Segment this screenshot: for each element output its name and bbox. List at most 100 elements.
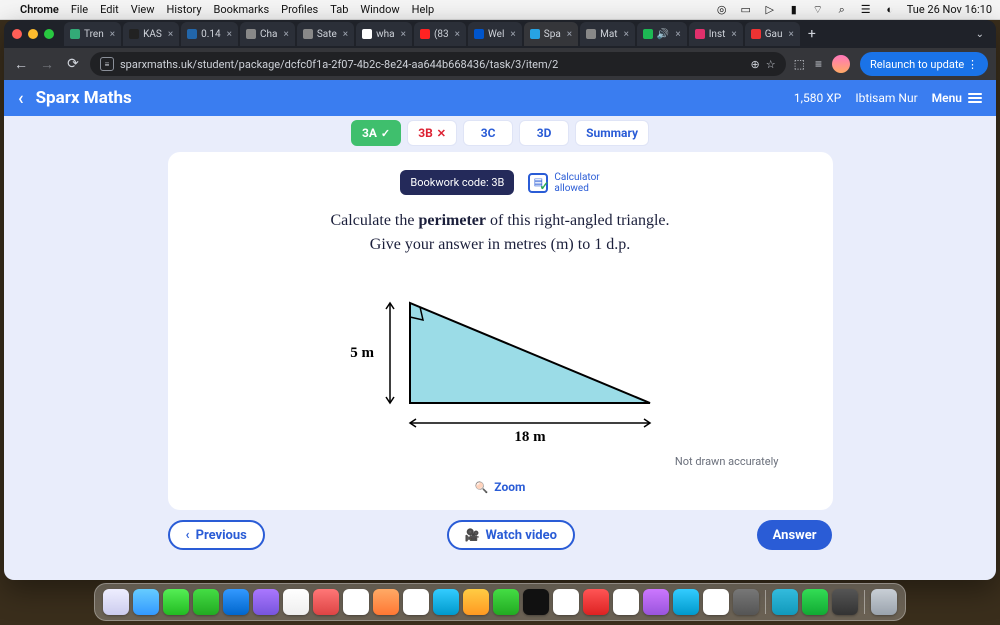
question-card: Bookwork code: 3B ▤ Calculator allowed C… [168,152,833,510]
close-tab-icon[interactable]: × [455,29,460,40]
menu-window[interactable]: Window [360,3,399,16]
menu-tab[interactable]: Tab [330,3,348,16]
close-tab-icon[interactable]: × [789,29,794,40]
close-tab-icon[interactable]: × [283,29,288,40]
browser-tab[interactable]: Wel× [468,22,522,46]
app-name[interactable]: Chrome [20,3,59,16]
close-tab-icon[interactable]: × [168,29,173,40]
dock-app-icon[interactable] [832,589,858,615]
browser-tab[interactable]: 🔊× [637,22,687,46]
close-window-icon[interactable] [12,29,22,39]
menubar-clock[interactable]: Tue 26 Nov 16:10 [907,3,992,16]
wifi-icon[interactable]: ⌔ [811,3,825,17]
zoom-window-icon[interactable] [44,29,54,39]
play-icon[interactable]: ▷ [763,3,777,17]
close-tab-icon[interactable]: × [624,29,629,40]
browser-tab-active[interactable]: Spa× [524,22,578,46]
site-info-icon[interactable]: ≡ [100,57,114,71]
back-button[interactable]: ‹ [18,88,24,109]
dock-music-icon[interactable] [583,589,609,615]
browser-tab[interactable]: wha× [356,22,412,46]
watch-video-button[interactable]: Watch video [447,520,575,550]
task-tab-summary[interactable]: Summary [575,120,649,146]
dock-tv-icon[interactable] [523,589,549,615]
dock-news-icon[interactable] [553,589,579,615]
menu-help[interactable]: Help [412,3,435,16]
dock-app-icon[interactable] [163,589,189,615]
dock-app-icon[interactable] [703,589,729,615]
extensions-icon[interactable]: ⬚ [794,57,805,71]
close-tab-icon[interactable]: × [343,29,348,40]
battery-icon[interactable]: ▮ [787,3,801,17]
browser-tab[interactable]: (83× [414,22,466,46]
profile-avatar-icon[interactable] [832,55,850,73]
menu-view[interactable]: View [131,3,155,16]
new-tab-button[interactable]: + [802,26,822,42]
dock-calendar-icon[interactable] [343,589,369,615]
dock-app-icon[interactable] [253,589,279,615]
display-icon[interactable]: ▭ [739,3,753,17]
menu-file[interactable]: File [71,3,88,16]
task-tab-3b[interactable]: 3B [407,120,457,146]
dock-app-icon[interactable] [772,589,798,615]
relaunch-button[interactable]: Relaunch to update ⋮ [860,52,988,76]
browser-tab[interactable]: Mat× [580,22,635,46]
nav-back-button[interactable]: ← [12,55,30,73]
browser-tab[interactable]: Sate× [297,22,354,46]
close-tab-icon[interactable]: × [567,29,572,40]
close-tab-icon[interactable]: × [731,29,736,40]
dock-chrome-icon[interactable] [403,589,429,615]
dock-settings-icon[interactable] [733,589,759,615]
close-tab-icon[interactable]: × [401,29,406,40]
browser-tab[interactable]: Tren× [64,22,121,46]
nav-forward-button[interactable]: → [38,55,56,73]
task-tab-3c[interactable]: 3C [463,120,513,146]
dock-messages-icon[interactable] [193,589,219,615]
zoom-button[interactable]: Zoom [192,480,809,494]
menu-history[interactable]: History [167,3,202,16]
browser-tab[interactable]: 0.14× [181,22,238,46]
browser-tab[interactable]: Gau× [745,22,800,46]
dock-finder-icon[interactable] [103,589,129,615]
dock-facetime-icon[interactable] [493,589,519,615]
reading-list-icon[interactable]: ≡ [815,57,822,71]
dock-app-icon[interactable] [463,589,489,615]
previous-button[interactable]: ‹Previous [168,520,265,550]
search-icon[interactable]: ⌕ [835,3,849,17]
dock-app-icon[interactable] [313,589,339,615]
dock-whatsapp-icon[interactable] [802,589,828,615]
control-center-icon[interactable]: ☰ [859,3,873,17]
menu-bookmarks[interactable]: Bookmarks [214,3,270,16]
close-tab-icon[interactable]: × [110,29,115,40]
address-bar[interactable]: ≡ sparxmaths.uk/student/package/dcfc0f1a… [90,52,786,76]
task-tab-3d[interactable]: 3D [519,120,569,146]
tab-overflow-button[interactable]: ⌄ [972,29,988,40]
browser-tab[interactable]: KAS× [123,22,179,46]
dock-podcasts-icon[interactable] [643,589,669,615]
dock-trash-icon[interactable] [871,589,897,615]
bookmark-icon[interactable]: ☆ [766,58,776,71]
close-tab-icon[interactable]: × [227,29,232,40]
task-tab-3a[interactable]: 3A [351,120,401,146]
status-icon[interactable]: ◎ [715,3,729,17]
dock-app-icon[interactable] [433,589,459,615]
menu-button[interactable]: Menu [932,91,982,105]
answer-button[interactable]: Answer [757,520,833,550]
dock-appstore-icon[interactable] [673,589,699,615]
browser-tab[interactable]: Cha× [240,22,295,46]
close-tab-icon[interactable]: × [675,29,680,40]
browser-tab[interactable]: Inst× [689,22,743,46]
menu-profiles[interactable]: Profiles [281,3,318,16]
dock-app-icon[interactable] [613,589,639,615]
dock-mail-icon[interactable] [223,589,249,615]
dock-app-icon[interactable] [373,589,399,615]
window-controls[interactable] [12,29,54,39]
menu-edit[interactable]: Edit [100,3,119,16]
minimize-window-icon[interactable] [28,29,38,39]
translate-icon[interactable]: ⊕ [751,58,760,71]
dock-app-icon[interactable] [133,589,159,615]
close-tab-icon[interactable]: × [510,29,515,40]
nav-reload-button[interactable]: ⟳ [64,55,82,73]
dock-app-icon[interactable] [283,589,309,615]
siri-icon[interactable]: ◐ [883,3,897,17]
